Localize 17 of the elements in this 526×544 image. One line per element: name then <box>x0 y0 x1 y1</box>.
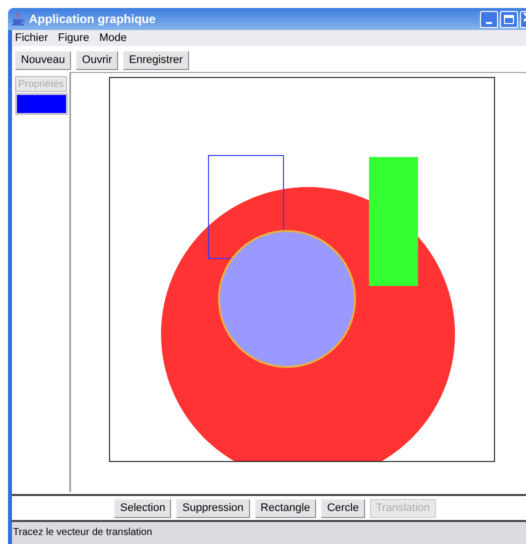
color-swatch[interactable] <box>15 93 68 115</box>
button[interactable]: Cercle <box>321 498 365 518</box>
status-bar: Tracez le vecteur de translation <box>12 522 526 544</box>
button[interactable]: Suppression <box>176 498 250 518</box>
button[interactable]: Ouvrir <box>76 50 118 70</box>
menu-item[interactable]: Fichier <box>15 30 48 46</box>
minimize-button[interactable] <box>480 10 498 28</box>
button[interactable]: Nouveau <box>15 50 72 70</box>
button[interactable]: Enregistrer <box>123 50 189 70</box>
button[interactable]: Rectangle <box>254 498 316 518</box>
coffee-cup-icon <box>12 12 25 26</box>
drawing-canvas[interactable] <box>109 77 495 462</box>
window-title: Application graphique <box>29 11 156 28</box>
menu-item[interactable]: Mode <box>99 30 127 46</box>
button[interactable]: Selection <box>114 498 172 518</box>
maximize-button[interactable] <box>500 10 518 28</box>
menu-item[interactable]: Figure <box>58 30 90 46</box>
